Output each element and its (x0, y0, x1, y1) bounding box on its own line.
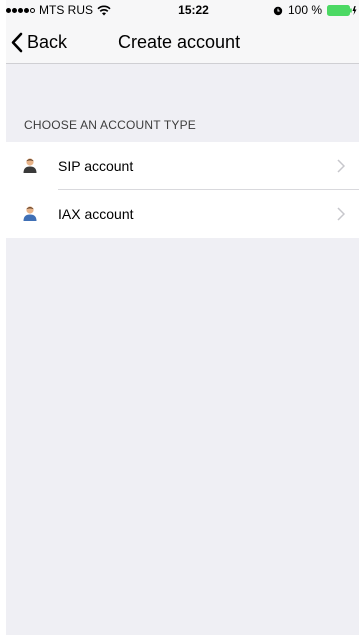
app-screen: MTS RUS 15:22 100 % Back Create account … (6, 0, 359, 635)
carrier-name: MTS RUS (39, 3, 93, 17)
signal-strength-icon (6, 7, 35, 13)
status-left: MTS RUS (6, 3, 111, 17)
battery-percentage: 100 % (287, 3, 322, 17)
account-type-list: SIP account IAX account (6, 142, 359, 238)
chevron-right-icon (337, 159, 345, 173)
status-bar: MTS RUS 15:22 100 % (6, 0, 359, 20)
back-label: Back (27, 31, 68, 52)
chevron-right-icon (337, 207, 345, 221)
chevron-left-icon (11, 32, 23, 52)
list-item-label: IAX account (58, 206, 134, 222)
user-icon (23, 206, 37, 221)
list-item-label: SIP account (58, 158, 134, 174)
back-button[interactable]: Back (10, 20, 67, 64)
list-item-iax-account[interactable]: IAX account (6, 190, 359, 238)
battery-icon (327, 4, 357, 16)
list-item-sip-account[interactable]: SIP account (6, 142, 359, 190)
wifi-icon (97, 5, 111, 15)
page-title: Create account (118, 32, 241, 52)
status-right: 100 % (273, 3, 357, 17)
navigation-bar: Back Create account (6, 20, 359, 64)
section-header: CHOOSE AN ACCOUNT TYPE (24, 118, 196, 132)
user-icon (23, 158, 37, 173)
alarm-clock-icon (273, 6, 283, 15)
